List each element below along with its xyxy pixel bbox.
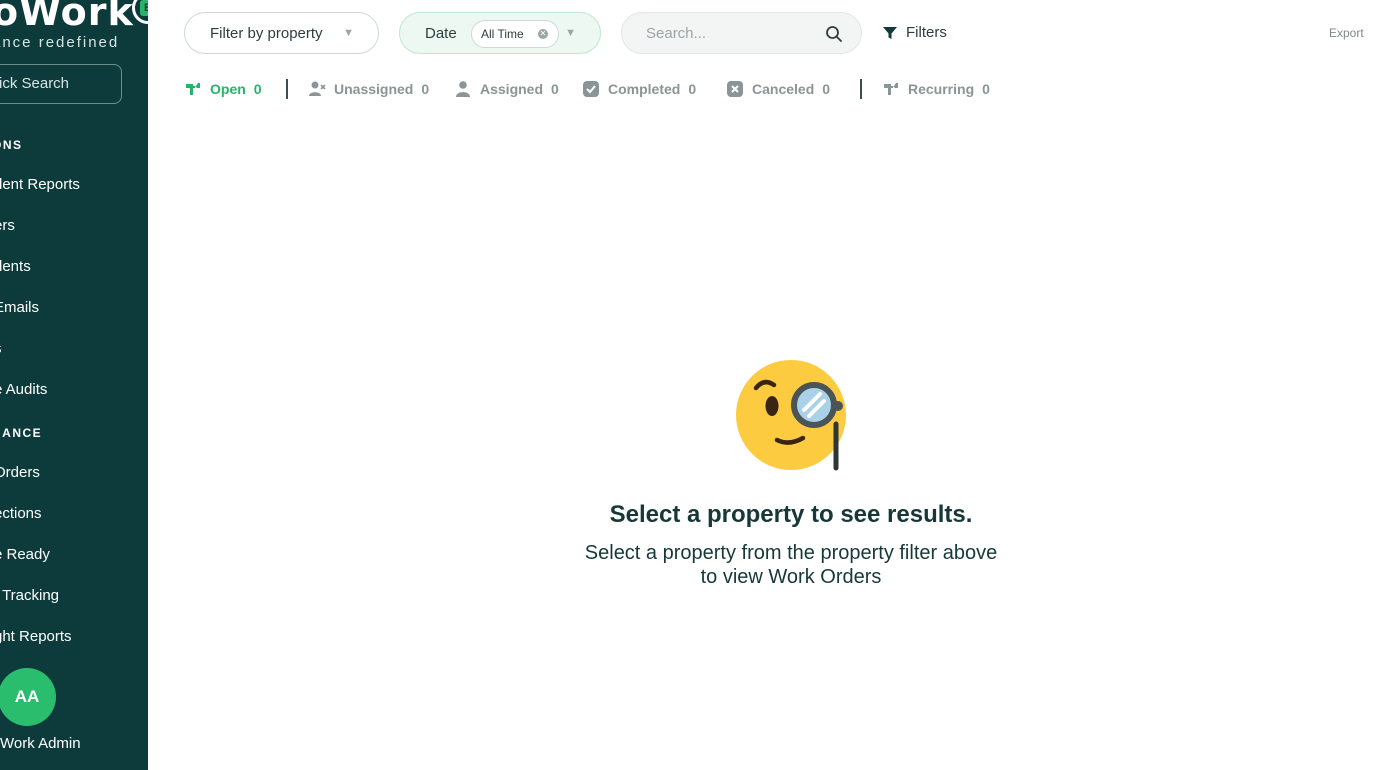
tab-divider xyxy=(286,79,288,99)
empty-state-title: Select a property to see results. xyxy=(609,501,973,528)
sidebar-item-others[interactable]: ers xyxy=(0,217,15,234)
date-filter-label: Date xyxy=(425,24,457,42)
search-icon[interactable] xyxy=(825,25,843,43)
sidebar: oWork B ance redefined ick Search ONS de… xyxy=(0,0,148,770)
sidebar-item-work-orders[interactable]: Orders xyxy=(0,464,40,481)
tab-open[interactable]: Open 0 xyxy=(184,80,262,98)
monocle-face-icon xyxy=(736,360,846,471)
date-value: All Time xyxy=(481,27,524,41)
empty-state-message: Select a property from the property filt… xyxy=(584,542,998,588)
logo: oWork xyxy=(0,0,134,34)
date-value-chip[interactable]: All Time ✕ xyxy=(471,20,559,48)
export-button[interactable]: Export xyxy=(1329,26,1364,40)
property-filter-label: Filter by property xyxy=(210,24,323,42)
caret-down-icon: ▼ xyxy=(343,27,354,39)
tab-assigned[interactable]: Assigned 0 xyxy=(454,80,559,98)
funnel-icon xyxy=(883,26,897,39)
sidebar-item-audits[interactable]: e Audits xyxy=(0,381,47,398)
user-icon xyxy=(456,81,470,97)
nav-section-operations: ONS xyxy=(0,138,23,152)
tab-divider xyxy=(860,79,862,99)
avatar[interactable]: AA xyxy=(0,668,56,726)
sidebar-item-make-ready[interactable]: e Ready xyxy=(0,546,50,563)
tagline: ance redefined xyxy=(0,34,120,51)
sidebar-item-night-reports[interactable]: ght Reports xyxy=(0,628,72,645)
search-placeholder: Search... xyxy=(646,24,707,42)
sidebar-item-incident-reports[interactable]: dent Reports xyxy=(0,176,80,193)
tab-unassigned[interactable]: Unassigned 0 xyxy=(308,80,429,98)
check-box-icon xyxy=(583,81,599,97)
sidebar-item-emails[interactable]: Emails xyxy=(0,299,39,316)
search-input[interactable]: Search... xyxy=(621,12,862,54)
filters-button[interactable]: Filters xyxy=(882,24,947,41)
clear-icon[interactable]: ✕ xyxy=(538,29,548,39)
sidebar-item-inspections[interactable]: ections xyxy=(0,505,42,522)
date-filter-dropdown[interactable]: Date All Time ✕ ▼ xyxy=(399,12,601,54)
recurring-icon xyxy=(884,83,898,95)
wrench-icon xyxy=(186,83,200,95)
property-filter-dropdown[interactable]: Filter by property ▼ xyxy=(184,12,379,54)
nav-section-maintenance: NANCE xyxy=(0,426,43,440)
filters-label: Filters xyxy=(906,24,947,41)
caret-down-icon: ▼ xyxy=(565,27,576,39)
sidebar-item-misc[interactable]: s xyxy=(0,340,2,357)
user-remove-icon xyxy=(309,81,326,96)
quick-search-button[interactable]: ick Search xyxy=(0,64,122,104)
tab-completed[interactable]: Completed 0 xyxy=(582,80,696,98)
logo-badge: B xyxy=(132,0,148,24)
x-box-icon xyxy=(727,81,743,97)
tab-recurring[interactable]: Recurring 0 xyxy=(882,80,990,98)
sidebar-item-tracking[interactable]: t Tracking xyxy=(0,587,59,604)
tab-canceled[interactable]: Canceled 0 xyxy=(726,80,830,98)
user-name[interactable]: Work Admin xyxy=(0,735,81,752)
sidebar-item-residents[interactable]: dents xyxy=(0,258,31,275)
